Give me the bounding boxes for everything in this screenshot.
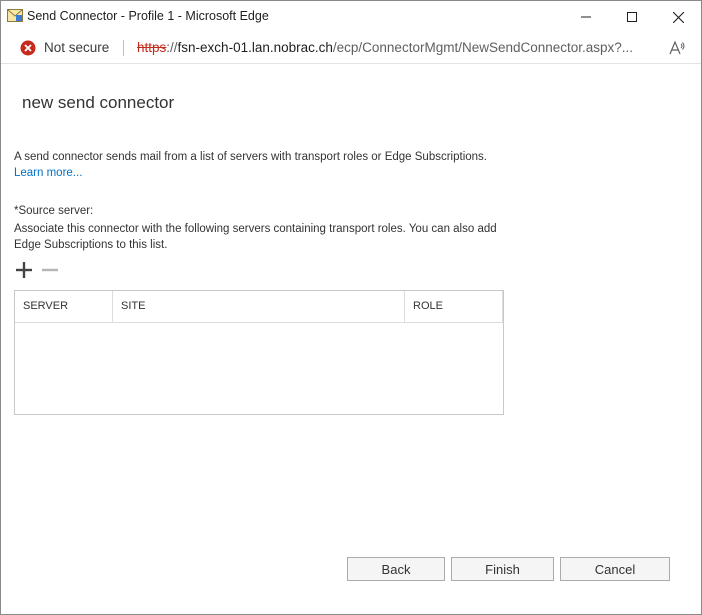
maximize-button[interactable] xyxy=(609,1,655,33)
window-title: Send Connector - Profile 1 - Microsoft E… xyxy=(27,9,269,23)
source-server-description: Associate this connector with the follow… xyxy=(14,223,497,251)
read-aloud-icon[interactable] xyxy=(668,39,686,57)
close-icon xyxy=(672,11,684,23)
url-separator: :// xyxy=(166,40,178,55)
source-server-grid[interactable]: SERVER SITE ROLE xyxy=(14,290,504,415)
minimize-button[interactable] xyxy=(563,1,609,33)
grid-header: SERVER SITE ROLE xyxy=(15,291,503,323)
address-separator xyxy=(123,40,124,56)
security-status[interactable]: Not secure xyxy=(44,40,109,55)
learn-more-link[interactable]: Learn more... xyxy=(14,167,82,179)
close-button[interactable] xyxy=(655,1,701,33)
error-circle-icon[interactable] xyxy=(20,40,36,56)
page-title: new send connector xyxy=(22,93,175,112)
envelope-icon xyxy=(7,9,23,22)
title-bar: Send Connector - Profile 1 - Microsoft E… xyxy=(1,1,701,33)
url-host: fsn-exch-01.lan.nobrac.ch xyxy=(177,40,333,55)
maximize-icon xyxy=(627,12,637,22)
url-field[interactable]: https://fsn-exch-01.lan.nobrac.ch/ecp/Co… xyxy=(137,40,633,55)
back-button[interactable]: Back xyxy=(347,557,445,581)
minus-icon[interactable] xyxy=(41,262,59,278)
column-header-server[interactable]: SERVER xyxy=(15,291,113,322)
plus-icon[interactable] xyxy=(15,262,33,278)
browser-window: Send Connector - Profile 1 - Microsoft E… xyxy=(0,0,702,615)
cancel-button[interactable]: Cancel xyxy=(560,557,670,581)
source-server-label: *Source server: xyxy=(14,205,94,217)
url-path: /ecp/ConnectorMgmt/NewSendConnector.aspx… xyxy=(332,40,634,55)
column-header-role[interactable]: ROLE xyxy=(405,291,503,322)
finish-button[interactable]: Finish xyxy=(451,557,554,581)
address-bar: Not secure https://fsn-exch-01.lan.nobra… xyxy=(1,33,701,64)
minimize-icon xyxy=(581,16,591,18)
column-header-site[interactable]: SITE xyxy=(113,291,405,322)
connector-description: A send connector sends mail from a list … xyxy=(14,151,487,163)
url-scheme: https xyxy=(137,40,167,55)
